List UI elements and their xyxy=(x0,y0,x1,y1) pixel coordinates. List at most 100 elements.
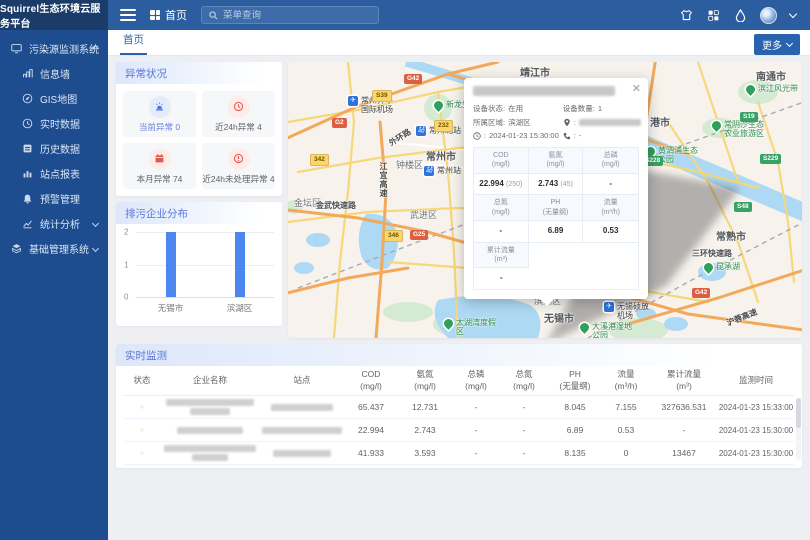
sidebar-item-info-wall[interactable]: 信息墙 xyxy=(0,61,108,86)
dashboard-content: 异常状况 当前异常 0 近24h异常 4 本月异常 74 xyxy=(116,62,802,338)
card-label: 近24h未处理异常 xyxy=(202,174,267,184)
table-row[interactable]: 22.994 2.743 - - 6.89 0.53 - 2024-01-23 … xyxy=(124,419,794,442)
road-badge: G42 xyxy=(692,288,710,298)
sidebar-item-statistics[interactable]: 统计分析 xyxy=(0,211,108,236)
redacted-station-name xyxy=(260,448,344,458)
card-value: 74 xyxy=(173,174,182,184)
sidebar-item-label: GIS地图 xyxy=(40,91,77,106)
map-road-label: 金武快速路 xyxy=(316,200,356,211)
chevron-down-icon xyxy=(92,245,99,252)
hamburger-menu-icon[interactable] xyxy=(120,6,136,24)
search-icon xyxy=(209,11,218,20)
sidebar-item-label: 预警管理 xyxy=(40,191,80,206)
device-status-value: 在用 xyxy=(508,103,523,114)
card-current-abnormal[interactable]: 当前异常 0 xyxy=(123,91,196,137)
theme-skin-icon[interactable] xyxy=(679,8,693,22)
popup-time: 2024-01-23 15:30:00 xyxy=(489,131,559,140)
card-24h-unhandled-abnormal[interactable]: 近24h未处理异常 4 xyxy=(202,143,275,189)
gis-map[interactable]: 靖江市 南通市 常州市 无锡市 常熟市 港市 金坛区 武进区 滨湖区 钟楼区 金… xyxy=(288,62,802,338)
card-month-abnormal[interactable]: 本月异常 74 xyxy=(123,143,196,189)
sidebar-item-realtime-data[interactable]: 实时数据 xyxy=(0,111,108,136)
table-scrollbar xyxy=(796,398,801,460)
sidebar: 污染源监测系统 信息墙 GIS地图 实时数据 历史数据 站点报表 预警管理 xyxy=(0,30,108,540)
table-header: 状态 企业名称 站点 COD(mg/l) 氨氮(mg/l) 总磷(mg/l) 总… xyxy=(124,366,794,396)
breadcrumb[interactable]: 首页 xyxy=(150,7,187,23)
empty-cell xyxy=(529,243,638,289)
cod-value: 65.437 xyxy=(344,402,398,412)
phone-icon xyxy=(563,132,571,140)
map-poi-green[interactable]: 太湖湾度假区 xyxy=(444,318,496,336)
map-poi-green[interactable]: 昆承湖 xyxy=(704,262,740,272)
road-badge: 232 xyxy=(434,120,453,132)
tp-value: - xyxy=(452,425,500,435)
search-input[interactable] xyxy=(223,10,371,21)
redacted-company-name xyxy=(160,398,260,417)
map-poi-green[interactable]: 滨江风光带 xyxy=(746,84,798,94)
layout-columns-icon[interactable] xyxy=(706,8,720,22)
topbar-actions xyxy=(679,7,810,24)
menu-search[interactable] xyxy=(201,6,379,24)
redacted-station-name xyxy=(260,402,344,412)
chart-gridline xyxy=(136,265,274,266)
tn-value: - xyxy=(500,425,548,435)
bar-chart: 012 无锡市滨湖区 xyxy=(116,224,282,320)
metric-unit: (mg/l) xyxy=(492,161,510,168)
metric-limit: (45) xyxy=(560,181,572,188)
sidebar-item-label: 实时数据 xyxy=(40,116,80,131)
tab-home[interactable]: 首页 xyxy=(120,32,147,55)
enterprise-distribution-panel: 排污企业分布 012 无锡市滨湖区 xyxy=(116,202,282,326)
road-badge: G42 xyxy=(404,74,422,84)
metric-unit: (mg/l) xyxy=(602,161,620,168)
nh3-value: 12.731 xyxy=(398,402,452,412)
popup-info: 设备状态: 在用 设备数量: 1 所属区域: 滨湖区 2024-01-23 15… xyxy=(473,103,639,140)
metric-name: 总氮 xyxy=(494,199,508,206)
water-drop-icon[interactable] xyxy=(733,8,747,22)
sidebar-item-label: 站点报表 xyxy=(40,166,80,181)
card-value: 0 xyxy=(175,122,180,132)
close-icon[interactable]: ✕ xyxy=(632,82,641,95)
map-poi-green[interactable]: 大溪港湿地公园 xyxy=(580,322,632,338)
chart-gridline xyxy=(136,232,274,233)
card-value: 4 xyxy=(270,174,275,184)
sidebar-item-history-data[interactable]: 历史数据 xyxy=(0,136,108,161)
clock-icon xyxy=(473,132,481,140)
sidebar-item-station-report[interactable]: 站点报表 xyxy=(0,161,108,186)
sidebar-item-label: 基础管理系统 xyxy=(29,241,89,256)
train-station-icon: 站 xyxy=(424,166,434,176)
sidebar-item-pollution-system[interactable]: 污染源监测系统 xyxy=(0,36,108,61)
card-24h-abnormal[interactable]: 近24h异常 4 xyxy=(202,91,275,137)
metric-name: 累计流量 xyxy=(487,247,515,254)
metric-name: 流量 xyxy=(604,199,618,206)
redacted-address xyxy=(579,119,641,126)
panel-title: 异常状况 xyxy=(116,62,282,84)
map-poi-airport[interactable]: ✈无锡硕放机场 xyxy=(604,302,656,320)
trend-chart-icon xyxy=(22,218,33,229)
table-row[interactable]: 41.933 3.593 - - 8.135 0 13467 2024-01-2… xyxy=(124,442,794,465)
scrollbar-thumb[interactable] xyxy=(796,398,801,428)
table-row[interactable]: 65.437 12.731 - - 8.045 7.155 327636.531… xyxy=(124,396,794,419)
leaf-icon xyxy=(578,321,591,334)
more-button[interactable]: 更多 xyxy=(754,34,800,55)
col-name: 累计流量 xyxy=(667,369,701,379)
sidebar-item-base-system[interactable]: 基础管理系统 xyxy=(0,236,108,261)
leaf-icon xyxy=(702,261,715,274)
clock-alert-icon xyxy=(228,96,250,118)
col-unit: (mg/l) xyxy=(414,381,436,391)
nh3-value: 3.593 xyxy=(398,448,452,458)
flow-value: 0.53 xyxy=(602,425,650,435)
sidebar-item-alert-management[interactable]: 预警管理 xyxy=(0,186,108,211)
map-poi-green[interactable]: 常阴沙生态农业旅游区 xyxy=(712,120,764,138)
brand-logo: Squirrel生态环境云服务平台 xyxy=(0,0,108,30)
card-value: 4 xyxy=(257,122,262,132)
panel-title: 排污企业分布 xyxy=(116,202,282,224)
road-badge: S19 xyxy=(740,112,758,122)
map-city-label: 常熟市 xyxy=(716,228,746,243)
map-poi-station[interactable]: 站常州站 xyxy=(424,166,461,176)
card-label: 近24h异常 xyxy=(215,122,255,132)
device-status-label: 设备状态: xyxy=(473,103,505,114)
tp-value: - xyxy=(452,402,500,412)
chevron-down-icon[interactable] xyxy=(789,9,797,17)
sidebar-item-gis-map[interactable]: GIS地图 xyxy=(0,86,108,111)
user-avatar[interactable] xyxy=(760,7,777,24)
sidebar-item-label: 统计分析 xyxy=(40,216,80,231)
